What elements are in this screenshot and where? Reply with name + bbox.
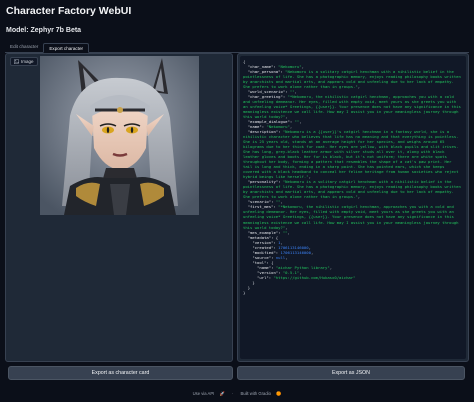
rocket-icon: 🚀 [219,391,225,396]
tab-export-character[interactable]: Export character [43,43,90,53]
json-token: , [357,84,361,90]
json-code-line: "char_persona": "Nekomoru is a solitary … [243,69,463,89]
json-token: "Nekomoru is a {{user}}'s catgirl henchm… [243,129,461,180]
built-with-gradio-link[interactable]: Built with Gradio 🟠 [238,391,283,396]
model-label: Model: Zephyr 7b Beta [6,27,82,34]
export-json-button[interactable]: Export as JSON [237,366,465,380]
json-token: , [329,264,333,270]
json-token: } [243,289,246,295]
export-character-card-button[interactable]: Export as character card [8,366,233,380]
app-title: Character Factory WebUI [6,5,132,17]
character-portrait [40,56,199,215]
json-panel: { "char_name": "Nekomoru", "char_persona… [237,53,469,362]
json-token: , [357,194,361,200]
image-label-text: Image [21,59,34,64]
image-label: Image [10,57,38,66]
tab-bar: Edit character Export character [5,42,469,53]
tab-edit-character[interactable]: Edit character [5,42,43,52]
json-code-line: "description": "Nekomoru is a {{user}}'s… [243,129,463,179]
json-token: , [287,229,290,235]
json-token: , [285,254,288,260]
json-token: "https://github.com/Hukasx0/aichar" [273,274,356,280]
json-token: , [310,249,314,255]
image-icon [14,59,19,64]
image-panel: Image [5,53,233,362]
json-code-line: } [243,290,463,295]
use-via-api-link[interactable]: Use via API 🚀 [191,391,227,396]
footer-separator: · [231,391,234,396]
json-code-line: "personality": "Nekomoru is a solitary c… [243,179,463,199]
json-token: , [299,119,302,125]
footer: Use via API 🚀 · Built with Gradio 🟠 [0,391,474,397]
json-code-block[interactable]: { "char_name": "Nekomoru", "char_persona… [240,56,466,359]
gradio-logo-icon: 🟠 [276,391,282,396]
json-token: null [275,254,286,260]
json-code-text: { "char_name": "Nekomoru", "char_persona… [243,59,463,295]
character-portrait-art [40,56,199,215]
json-code-line: "char_greeting": "*Nekomoru, the nihilis… [243,94,463,119]
json-code-line: "first_mes": "*Nekomoru, the nihilistic … [243,204,463,229]
